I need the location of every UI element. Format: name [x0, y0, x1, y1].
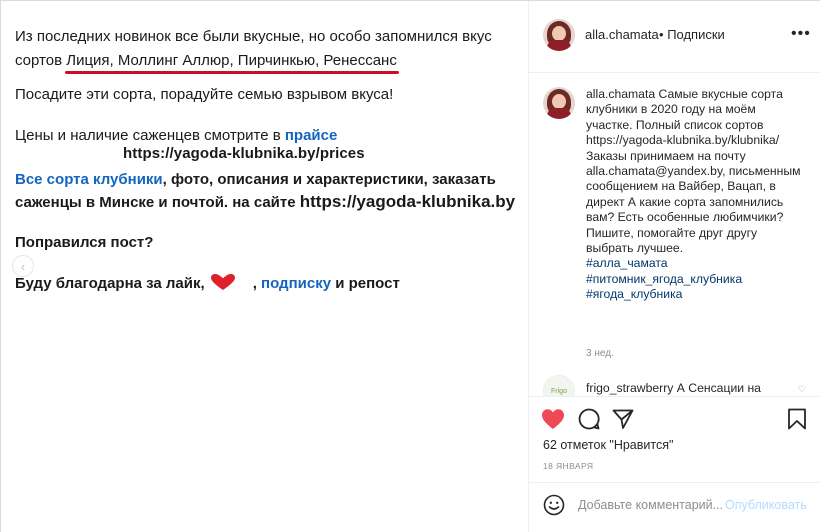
- varieties-description: , фото, описания и характеристики, заказ…: [162, 171, 496, 188]
- follow-status[interactable]: • Подписки: [659, 27, 725, 42]
- chevron-left-icon: ‹: [20, 258, 26, 274]
- prices-text: Цены и наличие саженцев смотрите в: [15, 127, 285, 144]
- like-button[interactable]: [541, 407, 565, 431]
- comment-text: А Сенсации на: [676, 381, 761, 395]
- image-text-line-8: Поправился пост?: [15, 234, 154, 251]
- save-button[interactable]: [785, 407, 809, 431]
- instagram-post-modal: Из последних новинок все были вкусные, н…: [0, 0, 820, 532]
- subscribe-link: подписку: [261, 275, 332, 292]
- add-comment-bar: Опубликовать: [529, 482, 820, 532]
- commenter-avatar[interactable]: Frigo: [543, 375, 575, 396]
- repost-text: и репост: [331, 275, 400, 292]
- comment-bubble-icon: [578, 408, 600, 430]
- caption: alla.chamata Самые вкусные сорта клубник…: [586, 87, 804, 303]
- caption-username[interactable]: alla.chamata: [586, 87, 655, 101]
- carousel-prev-button[interactable]: ‹: [12, 255, 34, 277]
- more-options-icon[interactable]: •••: [791, 25, 811, 43]
- comment-like-icon[interactable]: ♡: [798, 384, 806, 395]
- red-underline: [65, 71, 399, 74]
- commenter-avatar-label: Frigo: [551, 387, 567, 395]
- author-avatar[interactable]: [543, 19, 575, 51]
- prices-url: https://yagoda-klubnika.by/prices: [123, 145, 365, 162]
- order-text: саженцы в Минске и почтой. на сайте: [15, 194, 300, 211]
- all-varieties-link: Все сорта клубники: [15, 171, 163, 188]
- prices-link: прайсе: [284, 127, 338, 144]
- comment: frigo_strawberry А Сенсации на ♡: [586, 381, 816, 395]
- image-text-line-7: саженцы в Минске и почтой. на сайте http…: [15, 192, 515, 212]
- caption-avatar[interactable]: [543, 87, 575, 119]
- bookmark-icon: [788, 408, 806, 430]
- smiley-icon[interactable]: [543, 494, 565, 516]
- caption-text: Самые вкусные сорта клубники в 2020 году…: [586, 87, 801, 256]
- image-text-prefix: сортов: [15, 52, 67, 69]
- following-button[interactable]: Подписки: [667, 27, 725, 42]
- paper-plane-icon: [612, 409, 634, 429]
- image-text-line-6: Все сорта клубники, фото, описания и хар…: [15, 171, 496, 188]
- comment-input[interactable]: [578, 496, 723, 514]
- like-request-text: Буду благодарна за лайк,: [15, 275, 205, 292]
- comment-username[interactable]: frigo_strawberry: [586, 381, 673, 395]
- image-text-line-9: Буду благодарна за лайк,, подписку и реп…: [15, 273, 400, 292]
- image-text-line-3: Посадите эти сорта, порадуйте семью взры…: [15, 86, 394, 103]
- heart-filled-icon: [542, 409, 564, 429]
- hashtag[interactable]: #питомник_ягода_клубника: [586, 272, 804, 287]
- image-text-line-1: Из последних новинок все были вкусные, н…: [15, 28, 492, 45]
- image-text-line-4: Цены и наличие саженцев смотрите в прайс…: [15, 127, 337, 144]
- image-text-varieties: Лиция, Моллинг Аллюр, Пирчинкью, Ренесса…: [66, 52, 397, 69]
- hashtag[interactable]: #ягода_клубника: [586, 287, 804, 302]
- red-heart-icon: [210, 274, 235, 290]
- caption-timestamp[interactable]: 3 нед.: [586, 348, 614, 359]
- post-image[interactable]: Из последних новинок все были вкусные, н…: [1, 1, 528, 532]
- publish-button[interactable]: Опубликовать: [725, 498, 807, 512]
- author-username[interactable]: alla.chamata: [585, 27, 659, 42]
- site-url: https://yagoda-klubnika.by: [299, 192, 516, 211]
- like-request-sep: ,: [252, 275, 262, 292]
- action-bar: [529, 396, 820, 436]
- share-button[interactable]: [611, 407, 635, 431]
- likes-count[interactable]: 62 отметок "Нравится": [543, 438, 673, 452]
- hashtag[interactable]: #алла_чамата: [586, 256, 804, 271]
- post-side-panel: alla.chamata • Подписки ••• alla.chamata…: [528, 1, 820, 532]
- separator-dot: •: [659, 27, 664, 42]
- comments-area[interactable]: alla.chamata Самые вкусные сорта клубник…: [529, 74, 820, 396]
- post-header: alla.chamata • Подписки •••: [529, 1, 820, 73]
- image-text-line-2: сортов Лиция, Моллинг Аллюр, Пирчинкью, …: [15, 52, 397, 69]
- post-date[interactable]: 18 ЯНВАРЯ: [543, 461, 593, 471]
- comment-button[interactable]: [577, 407, 601, 431]
